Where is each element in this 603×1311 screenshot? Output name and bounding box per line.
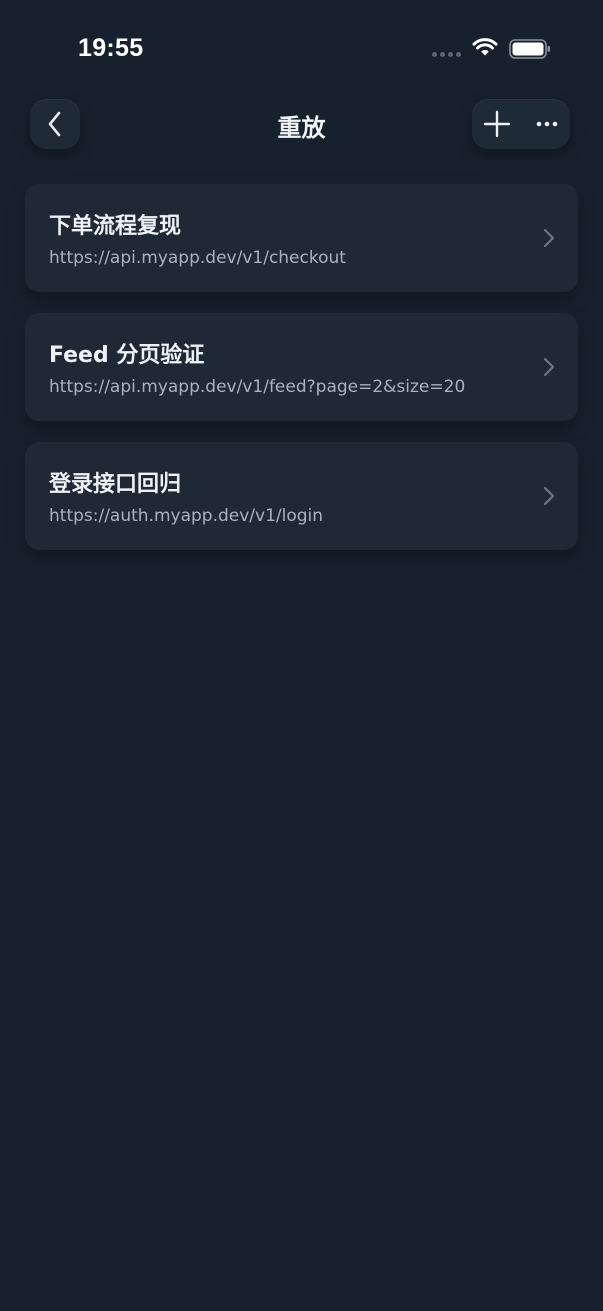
nav-action-group <box>472 99 570 149</box>
navigation-bar: 重放 <box>0 96 603 158</box>
wifi-icon <box>472 38 498 56</box>
status-bar: 19:55 <box>0 0 603 96</box>
replay-item-title: Feed 分页验证 <box>49 343 205 368</box>
chevron-right-icon <box>543 357 555 377</box>
replay-item-url: https://auth.myapp.dev/v1/login <box>49 506 324 526</box>
replay-item[interactable]: 下单流程复现 https://api.myapp.dev/v1/checkout <box>25 184 578 292</box>
replay-item[interactable]: Feed 分页验证 https://api.myapp.dev/v1/feed?… <box>25 313 578 421</box>
status-icons <box>430 36 552 62</box>
chevron-right-icon <box>543 228 555 248</box>
replay-item-title: 登录接口回归 <box>49 472 182 497</box>
ellipsis-icon <box>536 121 558 127</box>
plus-icon <box>483 110 511 138</box>
cellular-signal-icon <box>432 52 461 57</box>
status-time: 19:55 <box>78 34 144 62</box>
replay-item-title: 下单流程复现 <box>49 214 182 239</box>
add-button[interactable] <box>482 109 512 139</box>
replay-list: 下单流程复现 https://api.myapp.dev/v1/checkout… <box>25 184 578 571</box>
chevron-right-icon <box>543 486 555 506</box>
more-button[interactable] <box>532 109 562 139</box>
battery-icon <box>509 39 550 59</box>
replay-item-url: https://api.myapp.dev/v1/checkout <box>49 248 346 268</box>
replay-item-url: https://api.myapp.dev/v1/feed?page=2&siz… <box>49 377 466 397</box>
replay-item[interactable]: 登录接口回归 https://auth.myapp.dev/v1/login <box>25 442 578 550</box>
